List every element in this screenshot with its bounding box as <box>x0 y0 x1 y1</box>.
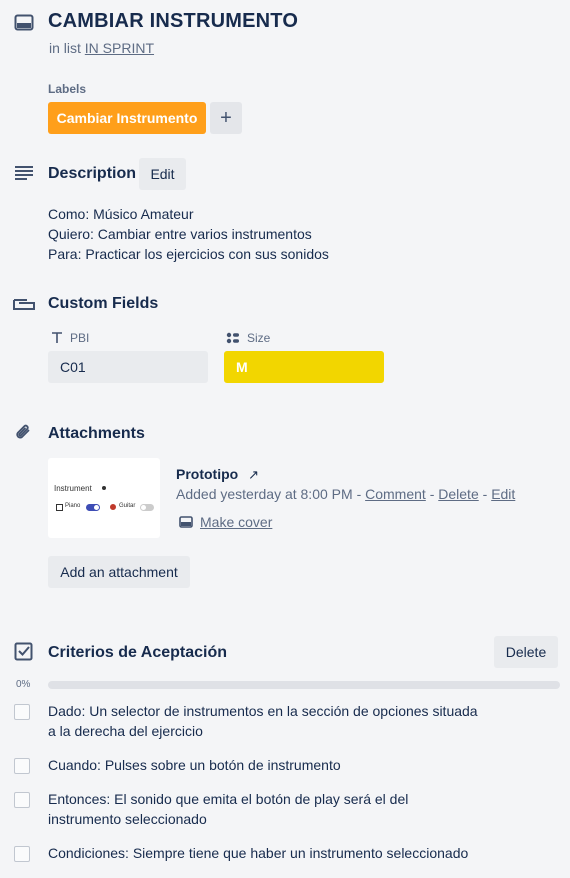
description-title: Description <box>48 165 137 182</box>
checklist-checkbox[interactable] <box>14 758 30 774</box>
paperclip-icon <box>14 423 34 443</box>
description-line: Para: Practicar los ejercicios con sus s… <box>48 246 329 262</box>
attachment-added: Added yesterday at 8:00 PM <box>176 486 353 502</box>
checklist-checkbox[interactable] <box>14 792 30 808</box>
size-field[interactable]: M <box>224 351 384 383</box>
separator: - <box>429 486 435 502</box>
thumb-heading: Instrument <box>54 484 92 493</box>
piano-icon <box>56 504 63 511</box>
checklist-item-text[interactable]: Condiciones: Siempre tiene que haber un … <box>48 843 488 863</box>
custom-fields-icon <box>13 298 35 312</box>
progress-percent: 0% <box>16 679 31 690</box>
description-icon <box>14 165 34 181</box>
card-title[interactable]: CAMBIAR INSTRUMENTO <box>48 10 298 33</box>
delete-attachment-link[interactable]: Delete <box>438 486 478 502</box>
attachment-name[interactable]: Prototipo <box>176 466 238 482</box>
delete-checklist-button[interactable]: Delete <box>494 636 558 668</box>
add-label-button[interactable]: + <box>210 102 242 134</box>
thumb-option-guitar: Guitar <box>119 503 136 509</box>
label-chip[interactable]: Cambiar Instrumento <box>48 102 206 134</box>
checklist-item-text[interactable]: Entonces: El sonido que emita el botón d… <box>48 789 418 829</box>
separator: - <box>356 486 362 502</box>
pbi-label: PBI <box>70 331 90 345</box>
comment-link[interactable]: Comment <box>365 486 426 502</box>
toggle-on-icon <box>86 504 100 511</box>
card-cover-icon <box>179 516 193 528</box>
checklist-title[interactable]: Criterios de Aceptación <box>48 644 227 662</box>
add-attachment-button[interactable]: Add an attachment <box>48 556 190 588</box>
edit-attachment-link[interactable]: Edit <box>491 486 515 502</box>
checklist-item[interactable]: Cuando: Pulses sobre un botón de instrum… <box>14 755 341 774</box>
in-list-prefix: in list <box>49 40 81 56</box>
text-field-icon <box>51 332 63 344</box>
dropdown-field-icon <box>226 332 240 344</box>
labels-heading: Labels <box>48 82 87 96</box>
attachment-name-row: Prototipo ↗ <box>176 466 259 483</box>
attachments-title: Attachments <box>48 425 145 442</box>
info-dot-icon <box>102 486 106 490</box>
separator: - <box>482 486 488 502</box>
checklist-icon <box>14 642 34 662</box>
checklist-item[interactable]: Condiciones: Siempre tiene que haber un … <box>14 843 468 862</box>
checklist-item-text[interactable]: Dado: Un selector de instrumentos en la … <box>48 701 488 741</box>
custom-fields-title: Custom Fields <box>48 295 159 312</box>
thumb-option-piano: Piano <box>65 503 81 509</box>
checklist-checkbox[interactable] <box>14 846 30 862</box>
checklist-item[interactable]: Entonces: El sonido que emita el botón d… <box>14 789 408 827</box>
description-line: Como: Músico Amateur <box>48 206 194 222</box>
description-line: Quiero: Cambiar entre varios instrumento… <box>48 226 312 242</box>
checklist-item[interactable]: Dado: Un selector de instrumentos en la … <box>14 701 478 739</box>
edit-description-button[interactable]: Edit <box>139 158 186 190</box>
attachment-meta: Added yesterday at 8:00 PM - Comment - D… <box>176 486 515 502</box>
size-label: Size <box>247 331 271 345</box>
make-cover-link[interactable]: Make cover <box>200 514 272 530</box>
in-list-line: in list IN SPRINT <box>49 40 154 56</box>
list-link[interactable]: IN SPRINT <box>85 40 154 56</box>
checklist-progress-bar <box>48 681 560 689</box>
description-text[interactable]: Como: Músico Amateur Quiero: Cambiar ent… <box>48 204 329 264</box>
checklist-checkbox[interactable] <box>14 704 30 720</box>
external-link-icon[interactable]: ↗ <box>248 467 259 482</box>
toggle-off-icon <box>140 504 154 511</box>
guitar-icon <box>110 504 116 510</box>
card-icon <box>14 13 34 33</box>
checklist-item-text[interactable]: Cuando: Pulses sobre un botón de instrum… <box>48 755 488 775</box>
attachment-thumbnail[interactable]: Instrument Piano Guitar <box>48 458 160 538</box>
pbi-field[interactable]: C01 <box>48 351 208 383</box>
